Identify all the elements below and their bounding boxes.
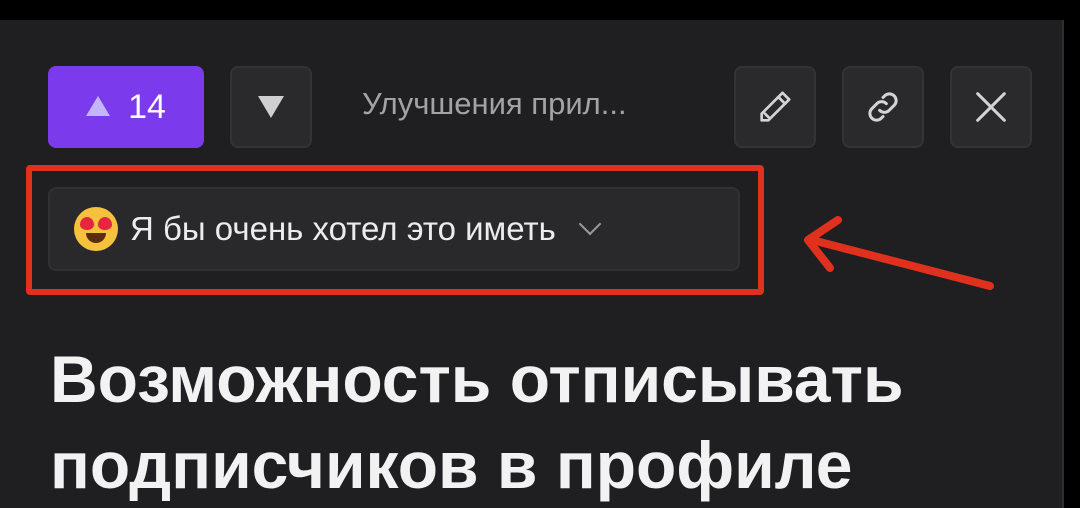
copy-link-button[interactable] — [842, 66, 924, 148]
annotation-highlight-box — [26, 165, 764, 295]
annotation-arrow-icon — [804, 216, 994, 290]
upvote-button[interactable]: 14 — [48, 66, 204, 148]
edit-button[interactable] — [734, 66, 816, 148]
close-button[interactable] — [950, 66, 1032, 148]
top-edge — [0, 0, 1080, 20]
post-panel: 14 Улучшения прил... Я бы очень хотел эт… — [0, 20, 1064, 508]
downvote-button[interactable] — [230, 66, 312, 148]
triangle-down-icon — [258, 96, 284, 118]
pencil-icon — [760, 91, 791, 122]
triangle-up-icon — [86, 96, 111, 116]
close-icon — [976, 92, 1006, 122]
board-label[interactable]: Улучшения прил... — [362, 86, 627, 122]
post-title: Возможность отписывать подписчиков в про… — [50, 342, 904, 502]
link-icon — [868, 92, 898, 122]
vote-count: 14 — [128, 87, 166, 126]
